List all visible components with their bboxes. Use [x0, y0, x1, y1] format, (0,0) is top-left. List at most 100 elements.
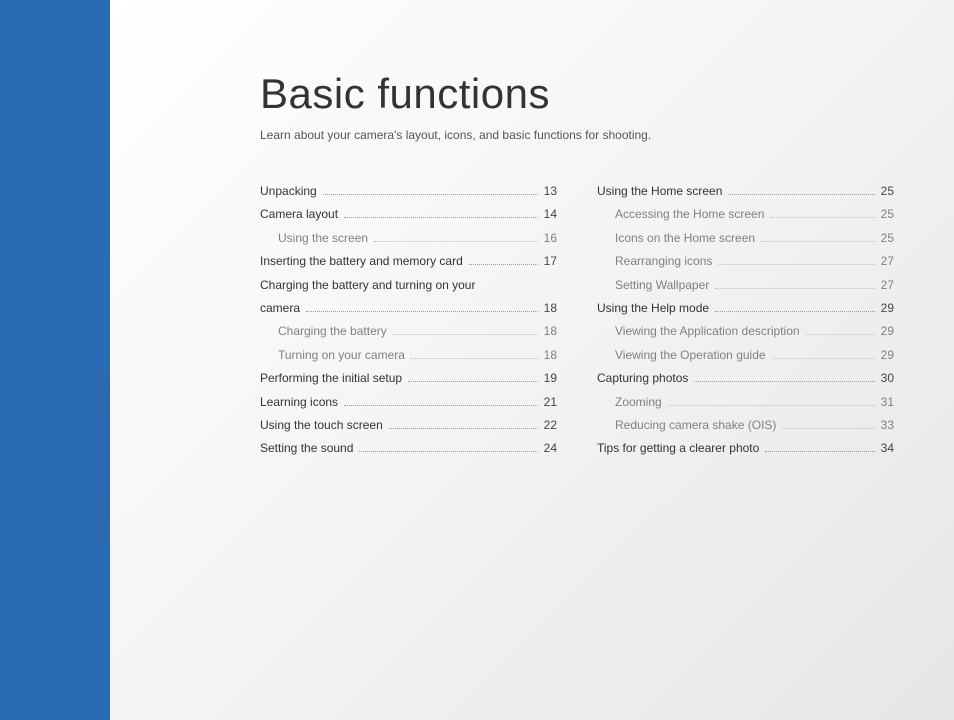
toc-entry-label: Viewing the Application description	[615, 320, 800, 343]
toc-column-left: Unpacking13Camera layout14Using the scre…	[260, 180, 557, 461]
toc-entry[interactable]: Tips for getting a clearer photo 34	[597, 437, 894, 460]
toc-entry[interactable]: Capturing photos 30	[597, 367, 894, 390]
page-subtitle: Learn about your camera's layout, icons,…	[260, 128, 894, 142]
toc-leader-dots	[306, 311, 538, 312]
toc-leader-dots	[806, 334, 875, 335]
toc-entry-label: Viewing the Operation guide	[615, 344, 766, 367]
toc-subentry[interactable]: Viewing the Application description 29	[597, 320, 894, 343]
toc-entry-label: Using the touch screen	[260, 414, 383, 437]
toc-entry[interactable]: Learning icons 21	[260, 391, 557, 414]
toc-entry-page: 18	[544, 344, 557, 367]
toc-entry-page: 24	[544, 437, 557, 460]
toc-leader-dots	[411, 358, 538, 359]
page-title: Basic functions	[260, 70, 894, 118]
toc-entry[interactable]: Using the touch screen 22	[260, 414, 557, 437]
toc-entry-label: Tips for getting a clearer photo	[597, 437, 759, 460]
toc-entry-label-cont: camera	[260, 297, 300, 320]
toc-subentry[interactable]: Rearranging icons 27	[597, 250, 894, 273]
toc-entry-page: 33	[881, 414, 894, 437]
toc-leader-dots	[765, 451, 874, 452]
toc-entry-page: 18	[544, 297, 557, 320]
toc-leader-dots	[374, 241, 538, 242]
toc-entry-page: 25	[881, 180, 894, 203]
toc-entry-page: 25	[881, 227, 894, 250]
toc-leader-dots	[770, 217, 874, 218]
toc-entry-page: 13	[544, 180, 557, 203]
toc-entry-label: Learning icons	[260, 391, 338, 414]
toc-leader-dots	[694, 381, 874, 382]
toc-entry-label: Reducing camera shake (OIS)	[615, 414, 776, 437]
toc-subentry[interactable]: Accessing the Home screen 25	[597, 203, 894, 226]
toc-entry-page: 29	[881, 320, 894, 343]
toc-entry-page: 34	[881, 437, 894, 460]
toc-entry-label: Using the screen	[278, 227, 368, 250]
toc-entry-label: Using the Home screen	[597, 180, 722, 203]
toc-entry[interactable]: camera 18	[260, 297, 557, 320]
toc-entry[interactable]: Unpacking 13	[260, 180, 557, 203]
toc-subentry[interactable]: Icons on the Home screen 25	[597, 227, 894, 250]
toc-entry[interactable]: Using the Help mode 29	[597, 297, 894, 320]
toc-entry[interactable]: Performing the initial setup 19	[260, 367, 557, 390]
toc-entry-label: Setting the sound	[260, 437, 353, 460]
toc-entry-page: 22	[544, 414, 557, 437]
toc-entry-label: Setting Wallpaper	[615, 274, 709, 297]
toc-subentry[interactable]: Charging the battery 18	[260, 320, 557, 343]
toc-leader-dots	[715, 311, 875, 312]
toc-subentry[interactable]: Setting Wallpaper 27	[597, 274, 894, 297]
toc-leader-dots	[772, 358, 875, 359]
toc-column-right: Using the Home screen25Accessing the Hom…	[597, 180, 894, 461]
toc-entry-label: Camera layout	[260, 203, 338, 226]
toc-leader-dots	[359, 451, 537, 452]
toc-entry-label: Capturing photos	[597, 367, 688, 390]
toc-entry-page: 27	[881, 274, 894, 297]
toc-entry-page: 29	[881, 344, 894, 367]
toc-entry-page: 30	[881, 367, 894, 390]
toc-leader-dots	[408, 381, 538, 382]
toc-entry-label: Using the Help mode	[597, 297, 709, 320]
toc-entry-page: 18	[544, 320, 557, 343]
toc-entry-label: Turning on your camera	[278, 344, 405, 367]
toc-subentry[interactable]: Reducing camera shake (OIS) 33	[597, 414, 894, 437]
toc-entry-page: 21	[544, 391, 557, 414]
toc-entry[interactable]: Setting the sound 24	[260, 437, 557, 460]
toc-entry-label: Charging the battery	[278, 320, 387, 343]
toc-subentry[interactable]: Turning on your camera 18	[260, 344, 557, 367]
toc-entry-label: Charging the battery and turning on your	[260, 274, 475, 297]
toc-subentry[interactable]: Viewing the Operation guide 29	[597, 344, 894, 367]
toc-leader-dots	[393, 334, 538, 335]
toc-entry[interactable]: Inserting the battery and memory card 17	[260, 250, 557, 273]
toc-entry-page: 16	[544, 227, 557, 250]
toc-entry-label: Accessing the Home screen	[615, 203, 764, 226]
toc-leader-dots	[344, 405, 538, 406]
toc-leader-dots	[761, 241, 875, 242]
toc-leader-dots	[668, 405, 875, 406]
toc-entry-label: Unpacking	[260, 180, 317, 203]
toc-entry-page: 27	[881, 250, 894, 273]
toc-entry[interactable]: Using the Home screen 25	[597, 180, 894, 203]
toc-leader-dots	[728, 194, 874, 195]
toc-entry-page: 25	[881, 203, 894, 226]
toc-entry-page: 17	[544, 250, 557, 273]
toc-entry-label: Inserting the battery and memory card	[260, 250, 463, 273]
toc-leader-dots	[715, 288, 874, 289]
toc-leader-dots	[782, 428, 874, 429]
toc-subentry[interactable]: Zooming 31	[597, 391, 894, 414]
toc-entry-label: Zooming	[615, 391, 662, 414]
toc-entry-page: 31	[881, 391, 894, 414]
toc-entry-label: Rearranging icons	[615, 250, 712, 273]
toc-leader-dots	[389, 428, 538, 429]
toc-leader-dots	[344, 217, 538, 218]
toc-leader-dots	[323, 194, 538, 195]
document-page: Basic functions Learn about your camera'…	[110, 0, 954, 720]
toc-entry-label: Performing the initial setup	[260, 367, 402, 390]
toc-columns: Unpacking13Camera layout14Using the scre…	[260, 180, 894, 461]
toc-entry-page: 19	[544, 367, 557, 390]
toc-leader-dots	[469, 264, 538, 265]
toc-entry[interactable]: Charging the battery and turning on your	[260, 274, 557, 297]
toc-entry-label: Icons on the Home screen	[615, 227, 755, 250]
toc-subentry[interactable]: Using the screen 16	[260, 227, 557, 250]
toc-entry[interactable]: Camera layout 14	[260, 203, 557, 226]
toc-entry-page: 29	[881, 297, 894, 320]
toc-entry-page: 14	[544, 203, 557, 226]
toc-leader-dots	[718, 264, 874, 265]
